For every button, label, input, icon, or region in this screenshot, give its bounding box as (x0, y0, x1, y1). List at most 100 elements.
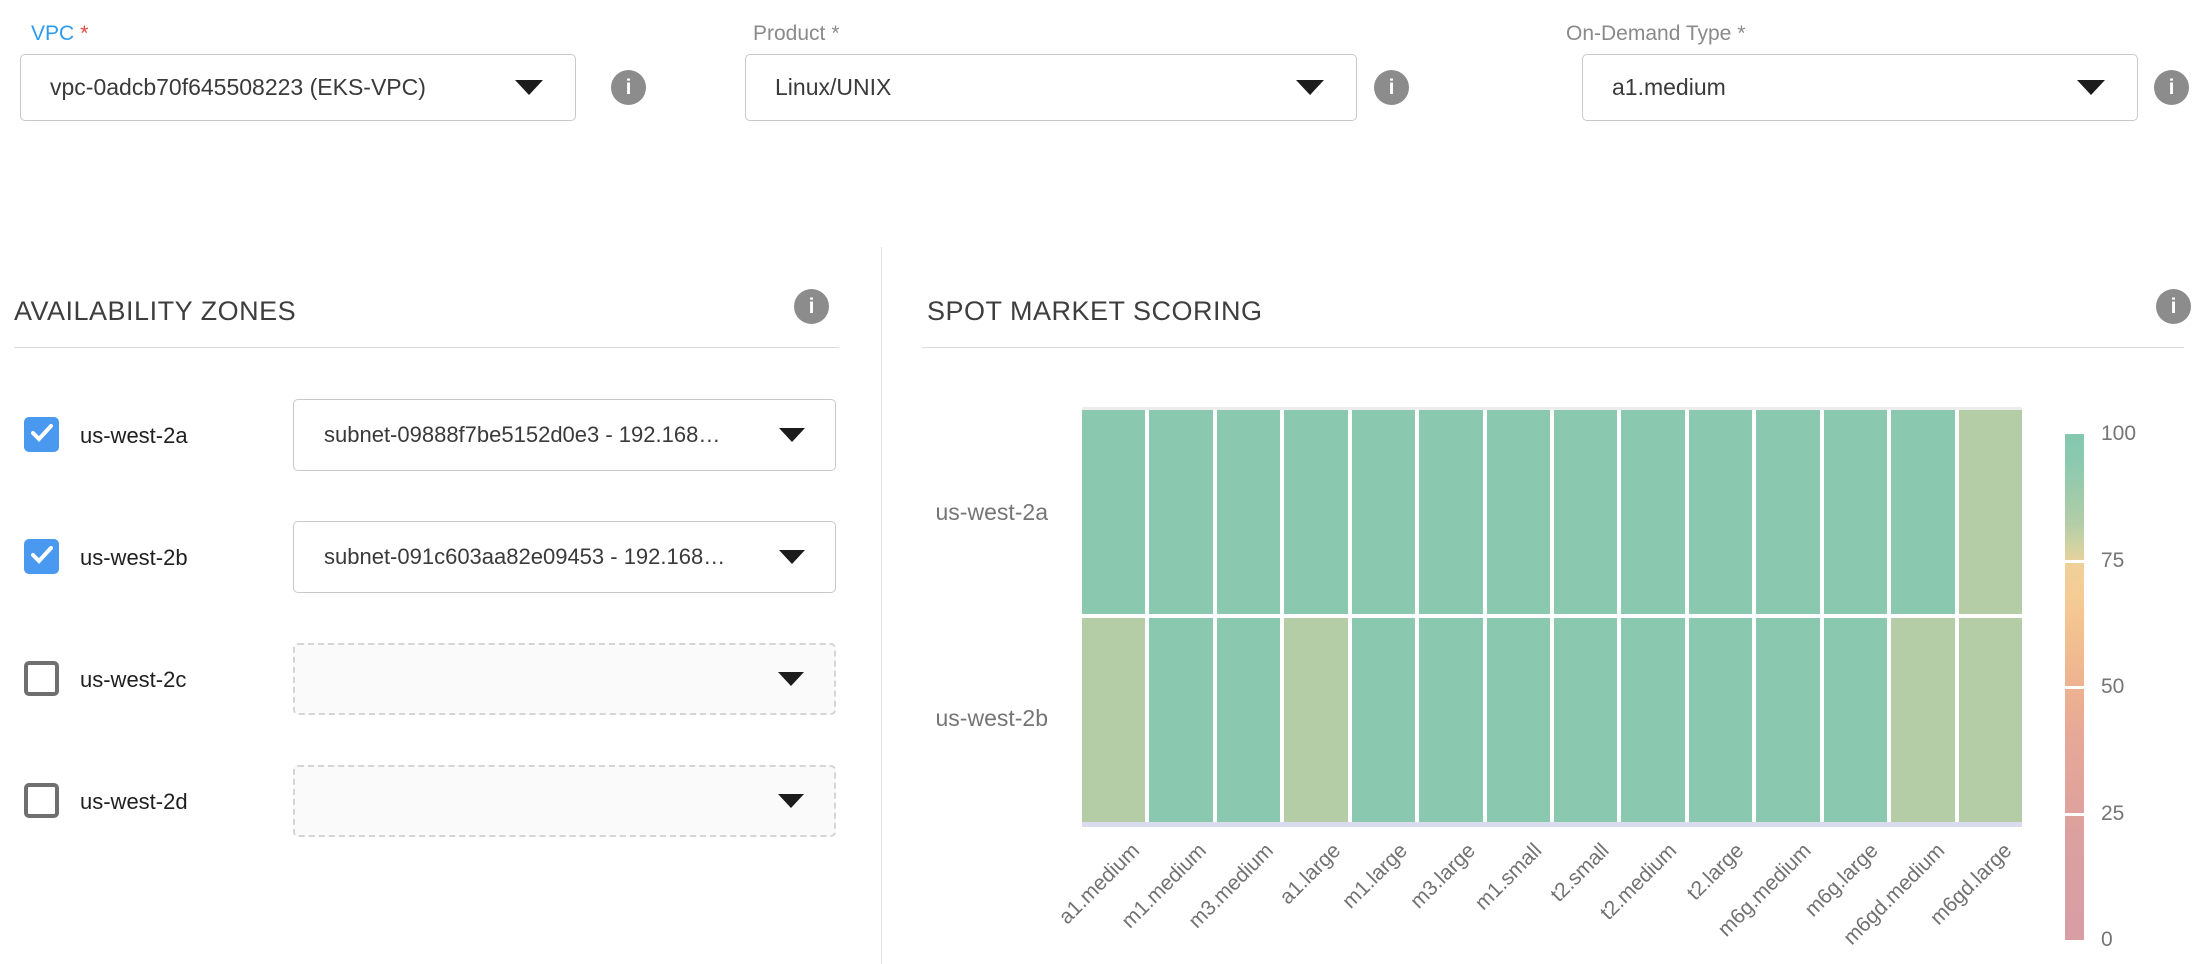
zone-label-us-west-2c: us-west-2c (80, 667, 186, 693)
colorbar-tick-100: 100 (2101, 422, 2136, 446)
chevron-down-icon (778, 672, 804, 686)
chevron-down-icon (515, 80, 543, 95)
heatmap-cell-us-west-2b-t2.small (1554, 618, 1617, 822)
checkbox-us-west-2a[interactable] (24, 417, 59, 452)
ondemand-type-info-icon[interactable]: i (2154, 70, 2189, 105)
spot-market-scoring-title: SPOT MARKET SCORING (927, 296, 1263, 327)
zone-label-us-west-2d: us-west-2d (80, 789, 188, 815)
vpc-field-label: VPC * (31, 22, 88, 46)
ondemand-type-select-value: a1.medium (1612, 74, 1726, 101)
product-field-label: Product * (753, 22, 840, 46)
checkbox-us-west-2c[interactable] (24, 661, 59, 696)
checkbox-us-west-2b[interactable] (24, 539, 59, 574)
vpc-info-icon[interactable]: i (611, 70, 646, 105)
colorbar-tick-25: 25 (2101, 802, 2124, 826)
product-info-icon[interactable]: i (1374, 70, 1409, 105)
heatmap-cell-us-west-2b-m6gd.large (1959, 618, 2022, 822)
heatmap-cell-us-west-2a-t2.small (1554, 410, 1617, 614)
heatmap-cell-us-west-2a-m3.medium (1217, 410, 1280, 614)
checkbox-us-west-2d[interactable] (24, 783, 59, 818)
subnet-select-value: subnet-091c603aa82e09453 - 192.168… (324, 544, 725, 570)
heatmap-cell-us-west-2a-m1.small (1487, 410, 1550, 614)
heatmap-colorbar-ticks: 1007550250 (2101, 434, 2181, 940)
product-label-text: Product (753, 22, 825, 45)
subnet-select-us-west-2c[interactable] (293, 643, 836, 715)
heatmap-cell-us-west-2b-m3.medium (1217, 618, 1280, 822)
heatmap-cell-us-west-2a-m6gd.large (1959, 410, 2022, 614)
heatmap-x-label-t2.large: t2.large (1682, 839, 1749, 906)
az-row-us-west-2d: us-west-2d (24, 765, 839, 837)
heatmap-cell-us-west-2b-t2.medium (1621, 618, 1684, 822)
colorbar-separator (2065, 813, 2084, 816)
heatmap-cell-us-west-2a-a1.large (1284, 410, 1347, 614)
vpc-select-value: vpc-0adcb70f645508223 (EKS-VPC) (50, 74, 426, 101)
product-select-value: Linux/UNIX (775, 74, 891, 101)
heatmap-cell-us-west-2a-m1.large (1352, 410, 1415, 614)
heatmap-cell-us-west-2a-t2.medium (1621, 410, 1684, 614)
heatmap-cell-us-west-2a-t2.large (1689, 410, 1752, 614)
colorbar-separator (2065, 560, 2084, 563)
ondemand-type-select[interactable]: a1.medium (1582, 54, 2138, 121)
spot-market-scoring-info-icon[interactable]: i (2156, 289, 2191, 324)
chevron-down-icon (2077, 80, 2105, 95)
chevron-down-icon (778, 794, 804, 808)
availability-zones-divider (14, 347, 839, 348)
heatmap-colorbar (2065, 434, 2084, 940)
heatmap-x-label-m1.small: m1.small (1471, 839, 1547, 915)
heatmap-cell-us-west-2b-m1.small (1487, 618, 1550, 822)
chevron-down-icon (779, 428, 805, 442)
heatmap-cell-us-west-2b-m6g.large (1824, 618, 1887, 822)
chevron-down-icon (1296, 80, 1324, 95)
colorbar-tick-0: 0 (2101, 928, 2113, 952)
availability-zones-info-icon[interactable]: i (794, 289, 829, 324)
heatmap-cell-us-west-2b-t2.large (1689, 618, 1752, 822)
checkmark-icon (31, 546, 53, 564)
availability-zones-title: AVAILABILITY ZONES (14, 296, 296, 327)
heatmap-cell-us-west-2b-m1.medium (1149, 618, 1212, 822)
zone-label-us-west-2a: us-west-2a (80, 423, 188, 449)
heatmap-cell-us-west-2a-m6gd.medium (1891, 410, 1954, 614)
spot-market-scoring-divider (922, 347, 2184, 348)
az-row-us-west-2c: us-west-2c (24, 643, 839, 715)
vpc-select[interactable]: vpc-0adcb70f645508223 (EKS-VPC) (20, 54, 576, 121)
heatmap-x-label-m3.large: m3.large (1406, 839, 1481, 914)
heatmap-x-label-m1.large: m1.large (1338, 839, 1413, 914)
heatmap-x-axis-labels: a1.mediumm1.mediumm3.mediuma1.largem1.la… (1082, 827, 2022, 962)
subnet-select-us-west-2a[interactable]: subnet-09888f7be5152d0e3 - 192.168… (293, 399, 836, 471)
heatmap-cell-us-west-2a-m6g.medium (1756, 410, 1819, 614)
colorbar-tick-75: 75 (2101, 549, 2124, 573)
ondemand-required-asterisk: * (1737, 22, 1745, 45)
spot-market-config-page: VPC * vpc-0adcb70f645508223 (EKS-VPC) i P… (0, 0, 2196, 964)
heatmap-cell-us-west-2a-m6g.large (1824, 410, 1887, 614)
heatmap-cell-us-west-2b-a1.medium (1082, 618, 1145, 822)
colorbar-tick-50: 50 (2101, 675, 2124, 699)
heatmap-cell-us-west-2b-m6gd.medium (1891, 618, 1954, 822)
vpc-required-asterisk: * (80, 22, 88, 45)
vpc-label-text: VPC (31, 22, 74, 45)
product-required-asterisk: * (831, 22, 839, 45)
heatmap-cell-us-west-2b-m1.large (1352, 618, 1415, 822)
ondemand-type-label-text: On-Demand Type (1566, 22, 1731, 45)
heatmap-x-label-t2.small: t2.small (1546, 839, 1614, 907)
zone-label-us-west-2b: us-west-2b (80, 545, 188, 571)
heatmap-y-label-us-west-2a: us-west-2a (828, 499, 1048, 526)
heatmap-y-label-us-west-2b: us-west-2b (828, 705, 1048, 732)
subnet-select-us-west-2b[interactable]: subnet-091c603aa82e09453 - 192.168… (293, 521, 836, 593)
colorbar-separator (2065, 686, 2084, 689)
heatmap-cell-us-west-2a-m3.large (1419, 410, 1482, 614)
heatmap-cell-us-west-2a-a1.medium (1082, 410, 1145, 614)
subnet-select-value: subnet-09888f7be5152d0e3 - 192.168… (324, 422, 720, 448)
heatmap-x-label-a1.large: a1.large (1275, 839, 1346, 910)
heatmap-grid (1082, 410, 2022, 822)
az-row-us-west-2a: us-west-2a subnet-09888f7be5152d0e3 - 19… (24, 399, 839, 471)
panel-vertical-divider (881, 247, 882, 964)
az-row-us-west-2b: us-west-2b subnet-091c603aa82e09453 - 19… (24, 521, 839, 593)
checkmark-icon (31, 424, 53, 442)
chevron-down-icon (779, 550, 805, 564)
heatmap-cell-us-west-2a-m1.medium (1149, 410, 1212, 614)
heatmap-cell-us-west-2b-a1.large (1284, 618, 1347, 822)
heatmap-cell-us-west-2b-m3.large (1419, 618, 1482, 822)
product-select[interactable]: Linux/UNIX (745, 54, 1357, 121)
heatmap-cell-us-west-2b-m6g.medium (1756, 618, 1819, 822)
subnet-select-us-west-2d[interactable] (293, 765, 836, 837)
